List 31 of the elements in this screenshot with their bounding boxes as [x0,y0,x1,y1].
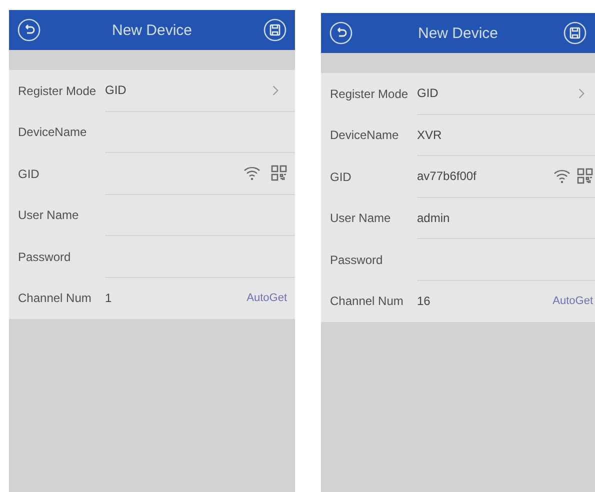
field-label: DeviceName [17,125,88,140]
back-icon[interactable] [17,18,41,42]
input-field[interactable]: XVR [417,114,595,156]
field-label: Register Mode [329,86,410,101]
input-field[interactable]: 1 [105,291,237,306]
wifi-icon[interactable] [243,165,261,182]
screen-title: New Device [112,22,192,38]
autoget-link[interactable]: AutoGet [552,295,593,308]
field-label: DeviceName [329,128,400,142]
back-icon[interactable] [329,21,353,45]
field-label: Password [329,252,384,267]
qr-code-icon[interactable] [271,165,287,182]
save-icon[interactable] [263,18,287,42]
mode-value: GID [417,86,440,100]
field-label: Password [17,250,72,264]
field-label: Channel Num [329,294,404,308]
field-label: GID [329,170,352,184]
field-label: User Name [17,208,80,222]
mode-value: GID [105,83,128,98]
wifi-icon[interactable] [553,168,571,184]
input-field[interactable]: admin [417,198,595,239]
field-label: User Name [329,211,392,226]
autoget-link[interactable]: AutoGet [246,292,287,304]
screen-title: New Device [418,24,498,42]
save-icon[interactable] [563,21,587,45]
field-label: Channel Num [17,291,92,306]
input-field[interactable]: 16 [417,294,547,308]
field-label: GID [17,166,40,181]
field-label: Register Mode [17,84,98,98]
qr-code-icon[interactable] [577,168,593,184]
input-field[interactable]: av77b6f00f [417,169,547,184]
